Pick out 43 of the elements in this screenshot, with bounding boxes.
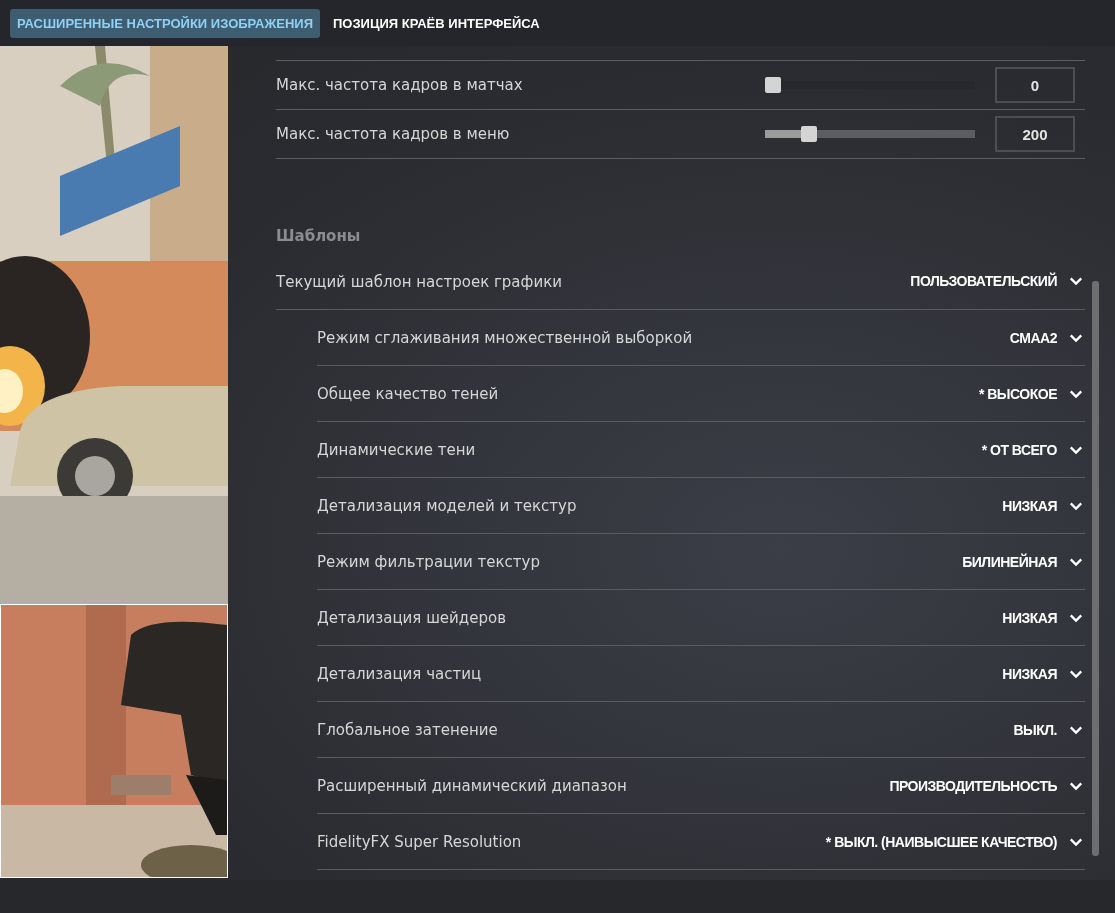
setting-label: Детализация моделей и текстур [317, 496, 578, 515]
chevron-down-icon [1069, 444, 1083, 455]
setting-label: Режим сглаживания множественной выборкой [317, 328, 694, 347]
dropdown[interactable]: * ОТ ВСЕГО [981, 441, 1083, 458]
setting-label: Макс. частота кадров в меню [276, 125, 511, 143]
input-field[interactable]: 200 [995, 116, 1075, 152]
section-title: Шаблоны [276, 227, 362, 245]
chevron-down-icon [1069, 388, 1083, 399]
dropdown[interactable]: * ВЫКЛ. (НАИВЫСШЕЕ КАЧЕСТВО) [825, 833, 1083, 850]
dropdown[interactable]: CMAA2 [1009, 329, 1083, 346]
slider-thumb[interactable] [800, 126, 817, 142]
setting-label: Общее качество теней [317, 384, 500, 403]
input-field[interactable]: 0 [995, 67, 1075, 103]
setting-label: FidelityFX Super Resolution [317, 832, 523, 851]
dropdown[interactable]: * ВЫСОКОЕ [978, 385, 1083, 402]
tab[interactable]: РАСШИРЕННЫЕ НАСТРОЙКИ ИЗОБРАЖЕНИЯ [10, 8, 320, 38]
chevron-down-icon [1069, 780, 1083, 791]
tab[interactable]: ПОЗИЦИЯ КРАЁВ ИНТЕРФЕЙСА [326, 8, 547, 38]
dropdown[interactable]: НИЗКАЯ [1002, 665, 1083, 682]
setting-label: Динамические тени [317, 440, 477, 459]
chevron-down-icon [1069, 836, 1083, 847]
chevron-down-icon [1069, 276, 1083, 286]
dropdown[interactable]: НИЗКАЯ [1002, 609, 1083, 626]
setting-label: Глобальное затенение [317, 720, 499, 739]
dropdown[interactable]: ПРОИЗВОДИТЕЛЬНОСТЬ [889, 777, 1083, 794]
dropdown[interactable]: ВЫКЛ. [1013, 721, 1083, 738]
chevron-down-icon [1069, 500, 1083, 511]
chevron-down-icon [1069, 668, 1083, 679]
dropdown[interactable]: ПОЛЬЗОВАТЕЛЬСКИЙ [910, 273, 1083, 289]
setting-label: Режим фильтрации текстур [317, 552, 541, 571]
setting-label: Детализация частиц [317, 664, 483, 683]
setting-label: Расширенный динамический диапазон [317, 776, 628, 795]
setting-label: Детализация шейдеров [317, 608, 507, 627]
chevron-down-icon [1069, 612, 1083, 623]
slider-thumb[interactable] [765, 77, 781, 93]
chevron-down-icon [1069, 724, 1083, 735]
dropdown[interactable]: НИЗКАЯ [1002, 497, 1083, 514]
chevron-down-icon [1069, 556, 1083, 567]
chevron-down-icon [1069, 332, 1083, 343]
setting-label: Текущий шаблон настроек графики [276, 273, 563, 291]
dropdown[interactable]: БИЛИНЕЙНАЯ [962, 553, 1083, 570]
scrollbar[interactable] [1092, 281, 1099, 856]
setting-label: Макс. частота кадров в матчах [276, 76, 524, 94]
